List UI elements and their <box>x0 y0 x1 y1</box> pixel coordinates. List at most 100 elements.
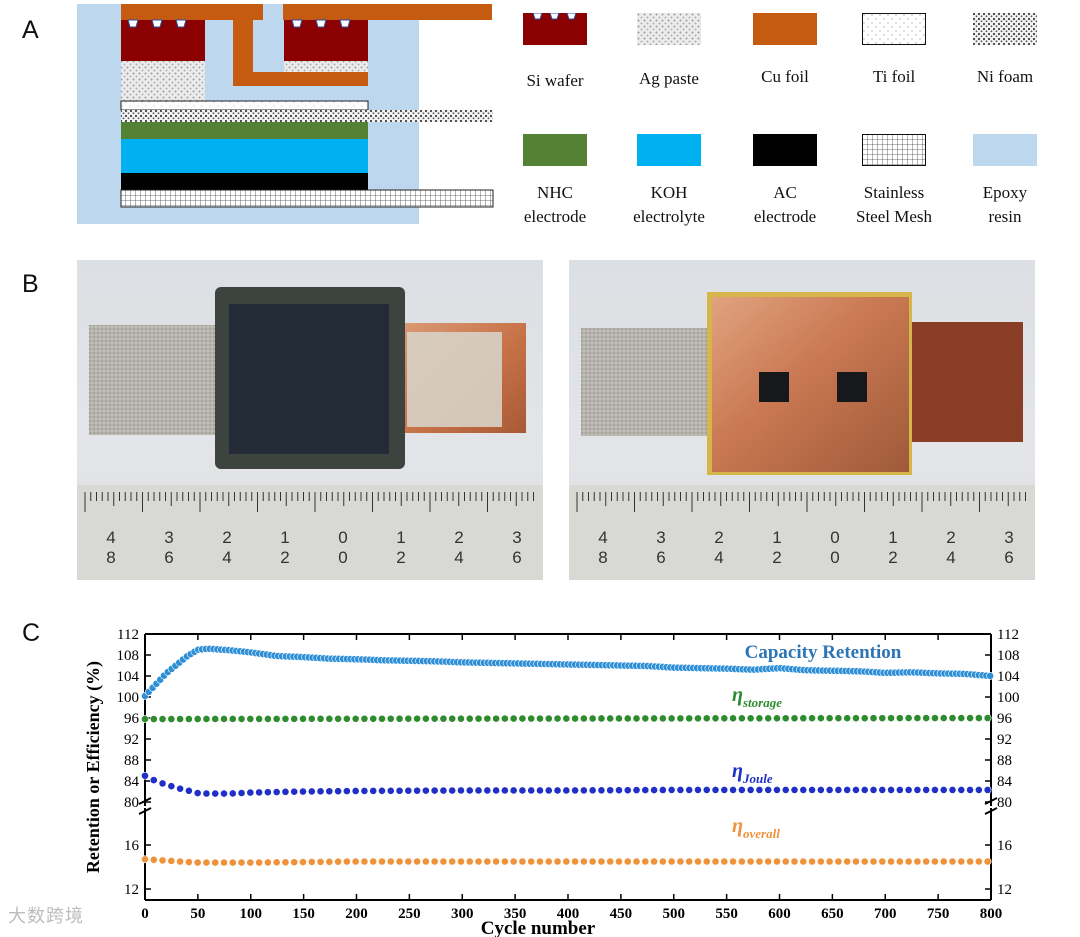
data-point-joule <box>606 786 615 795</box>
ruler-label: 00 <box>338 528 348 567</box>
data-point-overall <box>571 857 579 866</box>
data-point-storage <box>386 714 395 723</box>
data-point-overall <box>342 857 351 866</box>
data-point-storage <box>544 714 553 723</box>
data-point-storage <box>685 714 694 723</box>
legend-label-koh-electrolyte: KOH electrolyte <box>633 183 705 226</box>
data-point-storage <box>149 715 158 723</box>
data-point-overall <box>746 857 755 866</box>
legend-swatch-si-wafer <box>523 13 587 45</box>
y-tick-label-right: 84 <box>997 774 1013 790</box>
data-point-joule <box>676 786 685 794</box>
series-label-eta-joule: ηJoule <box>732 760 773 786</box>
data-point-overall <box>913 857 922 866</box>
data-point-joule <box>255 788 264 797</box>
data-point-joule <box>290 787 299 796</box>
data-point-joule <box>948 786 957 794</box>
nhc-electrode-layer <box>121 122 368 139</box>
data-point-overall <box>843 857 852 866</box>
data-point-storage <box>887 714 895 723</box>
data-point-joule <box>773 786 781 794</box>
data-point-overall <box>272 858 281 867</box>
data-point-joule <box>834 786 843 794</box>
x-tick-label: 600 <box>768 906 791 922</box>
data-point-overall <box>816 857 825 866</box>
data-point-storage <box>904 714 913 723</box>
y-tick-label-right: 88 <box>997 753 1012 769</box>
ni-foam-layer <box>121 110 493 122</box>
data-point-joule <box>571 786 579 795</box>
data-point-storage <box>184 715 193 723</box>
data-point-storage <box>597 714 606 723</box>
data-point-joule <box>737 786 746 794</box>
x-tick-label: 450 <box>610 906 633 922</box>
data-point-overall <box>474 857 483 866</box>
data-point-storage <box>351 714 360 723</box>
data-point-joule <box>158 779 167 788</box>
data-point-joule <box>843 786 852 794</box>
data-point-joule <box>492 786 500 795</box>
data-point-joule <box>413 786 421 795</box>
x-tick-label: 700 <box>874 906 897 922</box>
data-point-joule <box>220 789 228 798</box>
ti-mesh-window <box>407 332 502 427</box>
si-cell-left <box>759 372 789 402</box>
data-point-storage <box>167 715 176 723</box>
data-point-storage <box>983 714 992 722</box>
data-point-overall <box>281 858 290 867</box>
y-tick-label-left: 80 <box>124 795 139 811</box>
y-axis-title: Retention or Efficiency (%) <box>83 661 104 873</box>
data-point-joule <box>430 786 439 795</box>
ruler-label: 24 <box>946 528 956 567</box>
data-point-storage <box>509 714 518 723</box>
legend-label-ac-electrode: AC electrode <box>753 183 817 226</box>
koh-electrolyte-layer <box>121 139 368 173</box>
x-axis-title: Cycle number <box>481 918 596 937</box>
data-point-joule <box>632 786 641 795</box>
data-point-joule <box>334 787 342 796</box>
data-point-joule <box>781 786 790 794</box>
data-point-storage <box>755 714 764 723</box>
ruler-labels-back: 48 36 24 12 00 12 24 36 <box>77 528 543 578</box>
data-point-storage <box>579 714 588 723</box>
data-point-joule <box>176 784 185 793</box>
watermark: 大数跨境 <box>8 906 84 927</box>
data-point-joule <box>667 786 676 794</box>
y-tick-label-left: 16 <box>124 838 140 854</box>
data-point-overall <box>167 857 176 865</box>
data-point-overall <box>351 857 360 866</box>
ti-foil-layer <box>120 100 369 111</box>
y-tick-label-right: 96 <box>997 711 1013 727</box>
data-point-storage <box>852 714 860 723</box>
data-point-joule <box>457 786 465 795</box>
data-point-joule <box>281 787 290 796</box>
data-point-storage <box>158 715 167 723</box>
y-tick-label-left: 12 <box>124 882 139 898</box>
y-tick-label-left: 104 <box>117 669 140 685</box>
y-tick-label-left: 84 <box>124 774 140 790</box>
data-point-storage <box>500 714 509 723</box>
data-point-overall <box>641 857 650 866</box>
data-point-overall <box>237 858 246 867</box>
data-point-overall <box>904 857 913 866</box>
ruler-label: 48 <box>598 528 608 567</box>
y-tick-label-right: 112 <box>997 627 1019 643</box>
x-tick-label: 150 <box>292 906 315 922</box>
ruler-label: 36 <box>1004 528 1014 567</box>
series-label-eta-overall: ηoverall <box>732 815 780 841</box>
data-point-joule <box>439 786 448 795</box>
device-photo-front: 48 36 24 12 00 12 24 36 <box>569 260 1035 580</box>
chart-points <box>141 644 995 867</box>
data-point-storage <box>658 714 667 723</box>
device-schematic <box>77 4 494 224</box>
data-point-storage <box>211 715 220 723</box>
legend-swatch-koh-electrolyte <box>637 134 701 166</box>
ac-electrode-layer <box>121 173 368 190</box>
data-point-joule <box>141 771 149 780</box>
ruler-label: 00 <box>830 528 840 567</box>
data-point-joule <box>527 786 536 795</box>
data-point-joule <box>421 786 430 795</box>
data-point-joule <box>404 786 413 795</box>
data-point-joule <box>342 787 351 795</box>
data-point-joule <box>448 786 457 795</box>
